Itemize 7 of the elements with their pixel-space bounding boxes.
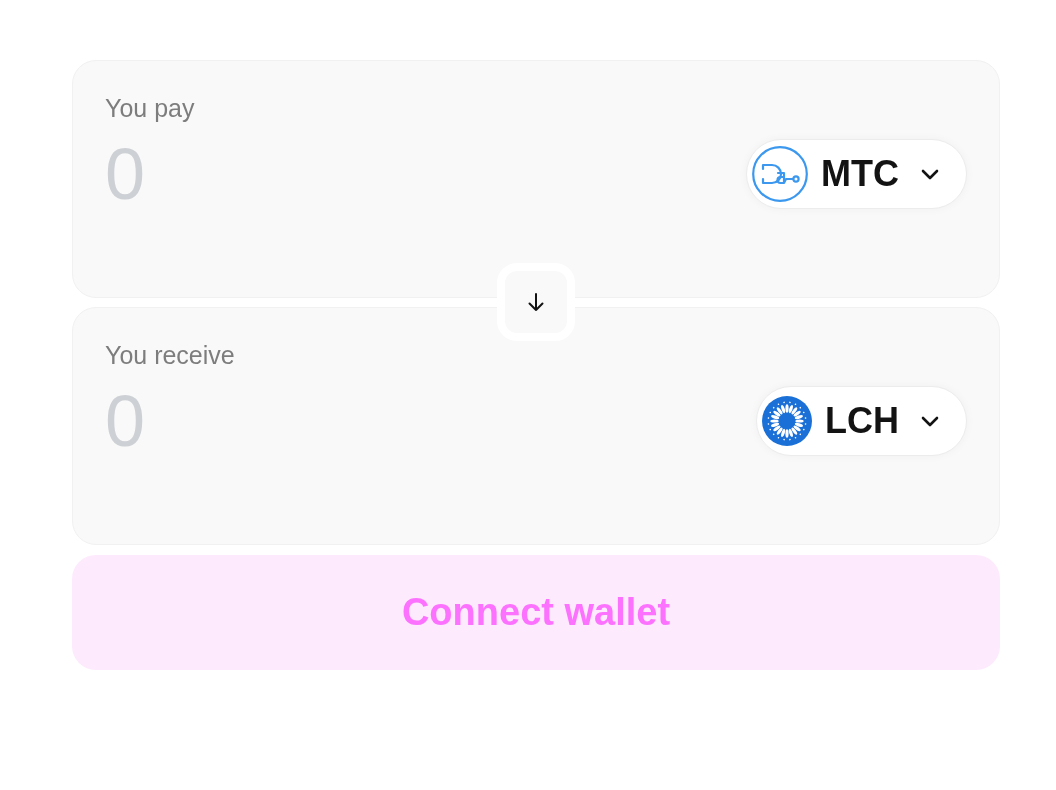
panel-label: You receive: [105, 340, 236, 370]
token-selector[interactable]: MTC: [746, 139, 967, 209]
panel-label: You pay: [105, 93, 196, 123]
sunburst-icon: [762, 396, 812, 446]
swap-direction-button[interactable]: [497, 263, 575, 341]
stethoscope-icon: [752, 146, 808, 202]
token-selector[interactable]: LCH: [756, 386, 967, 456]
